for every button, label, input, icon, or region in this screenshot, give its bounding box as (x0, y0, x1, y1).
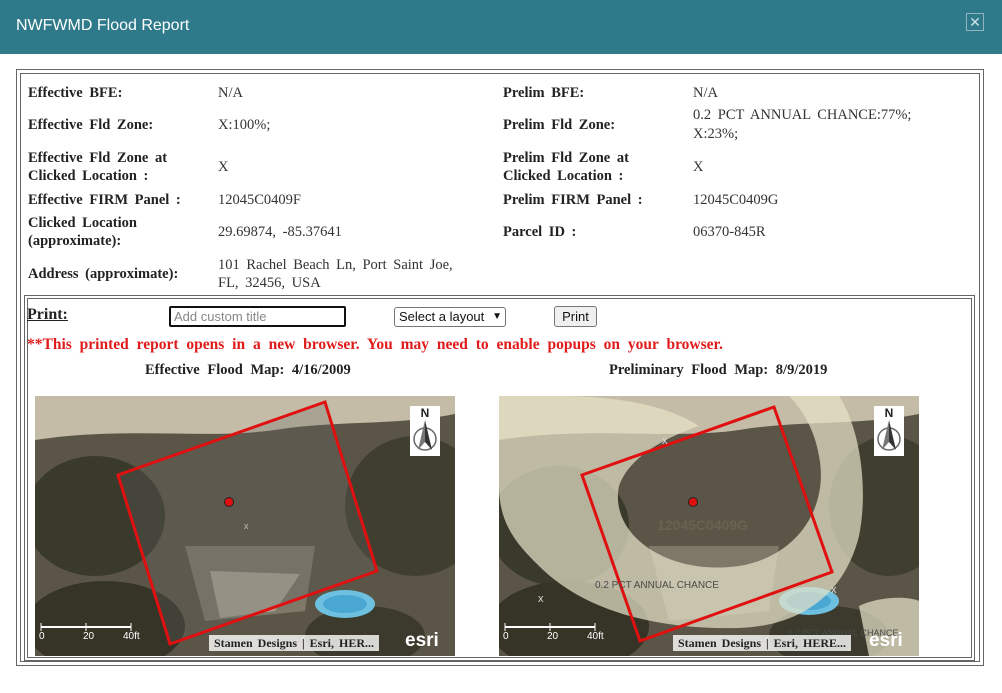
effective-fld-zone-clicked-label-2: Clicked Location : (28, 168, 149, 184)
effective-fld-zone-value: X:100%; (218, 117, 271, 133)
print-label: Print: (27, 306, 68, 323)
preliminary-map-title: Preliminary Flood Map: 8/9/2019 (609, 362, 828, 378)
prelim-firm-panel-value: 12045C0409G (693, 192, 779, 208)
zone-label: 0.2 PCT ANNUAL CHANCE (595, 580, 719, 591)
print-button[interactable]: Print (554, 306, 597, 327)
prelim-fld-zone-value-1: 0.2 PCT ANNUAL CHANCE:77%; (693, 107, 912, 123)
panel-number-label: 12045C0409G (657, 517, 749, 533)
effective-fld-zone-clicked-value: X (218, 159, 229, 175)
svg-text:x: x (538, 593, 544, 605)
scale-label-40ft: 40ft (123, 631, 140, 642)
prelim-bfe-label: Prelim BFE: (503, 85, 585, 101)
dialog-titlebar: NWFWMD Flood Report ✕ (0, 0, 1002, 54)
clicked-location-label-1: Clicked Location (28, 215, 137, 231)
north-arrow-icon: N (410, 406, 440, 456)
parcel-id-label: Parcel ID : (503, 224, 577, 240)
address-value-1: 101 Rachel Beach Ln, Port Saint Joe, (218, 257, 453, 273)
north-arrow-icon: N (874, 406, 904, 456)
svg-text:x: x (662, 435, 668, 447)
scale-label-20: 20 (83, 631, 95, 642)
esri-logo: esri (405, 630, 439, 651)
effective-flood-map[interactable]: x 0 20 40ft N Stamen Designs | Esri, HER… (35, 396, 455, 656)
prelim-fld-zone-value-2: X:23%; (693, 126, 739, 142)
prelim-fld-zone-clicked-value: X (693, 159, 704, 175)
preliminary-flood-map[interactable]: x x x 12045C0409G 0.2 PCT ANNUAL CHANCE … (499, 396, 919, 656)
layout-select-value: Select a layout (399, 309, 485, 324)
address-label: Address (approximate): (28, 266, 179, 282)
svg-text:x: x (244, 521, 249, 531)
parcel-id-value: 06370-845R (693, 224, 766, 240)
effective-fld-zone-label: Effective Fld Zone: (28, 117, 154, 133)
address-value-2: FL, 32456, USA (218, 275, 321, 291)
chevron-down-icon: ▼ (492, 311, 502, 322)
scale-label-20: 20 (547, 631, 559, 642)
effective-map-title: Effective Flood Map: 4/16/2009 (145, 362, 351, 378)
close-icon[interactable]: ✕ (966, 13, 984, 31)
prelim-firm-panel-label: Prelim FIRM Panel : (503, 192, 643, 208)
effective-fld-zone-clicked-label-1: Effective Fld Zone at (28, 150, 168, 166)
effective-bfe-label: Effective BFE: (28, 85, 123, 101)
map-attribution[interactable]: Stamen Designs | Esri, HER... (209, 635, 379, 651)
prelim-fld-zone-clicked-label-2: Clicked Location : (503, 168, 624, 184)
scale-label-0: 0 (503, 631, 509, 642)
svg-text:x: x (831, 584, 837, 596)
scale-label-40ft: 40ft (587, 631, 604, 642)
dialog-title: NWFWMD Flood Report (16, 17, 190, 34)
layout-select[interactable]: Select a layout ▼ (394, 307, 506, 327)
prelim-bfe-value: N/A (693, 85, 718, 101)
effective-bfe-value: N/A (218, 85, 243, 101)
effective-firm-panel-value: 12045C0409F (218, 192, 301, 208)
esri-logo: esri (869, 630, 903, 651)
prelim-fld-zone-clicked-label-1: Prelim Fld Zone at (503, 150, 629, 166)
effective-firm-panel-label: Effective FIRM Panel : (28, 192, 181, 208)
scale-label-0: 0 (39, 631, 45, 642)
clicked-location-label-2: (approximate): (28, 233, 122, 249)
popup-warning: **This printed report opens in a new bro… (27, 336, 723, 353)
custom-title-input[interactable] (169, 306, 346, 327)
map-attribution[interactable]: Stamen Designs | Esri, HERE... (673, 635, 851, 651)
prelim-fld-zone-label: Prelim Fld Zone: (503, 117, 616, 133)
clicked-location-value: 29.69874, -85.37641 (218, 224, 342, 240)
